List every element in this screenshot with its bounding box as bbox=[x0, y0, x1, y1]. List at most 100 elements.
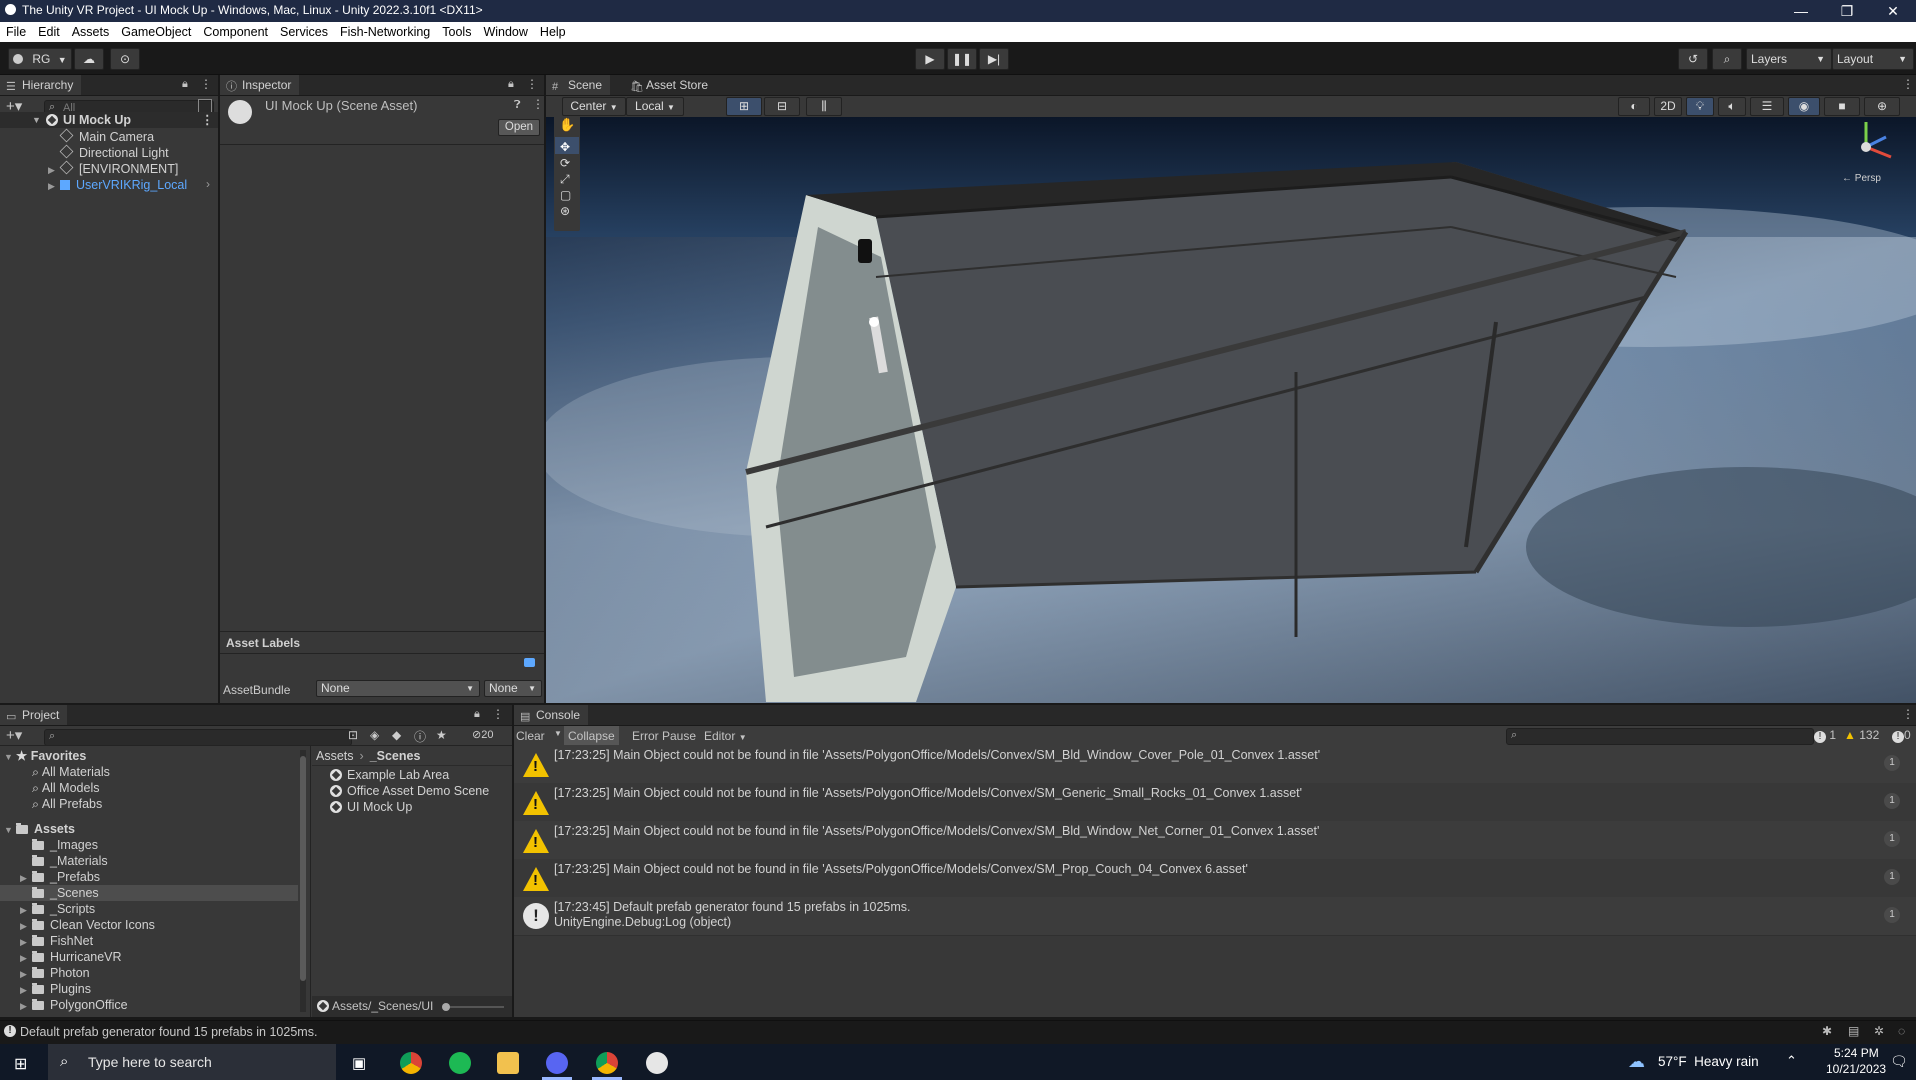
hidden-objects-toggle[interactable]: ◉ bbox=[1788, 97, 1820, 116]
folder-item[interactable]: ▶ Clean Vector Icons bbox=[20, 917, 155, 933]
unity-taskbar-icon[interactable] bbox=[646, 1052, 668, 1074]
assetbundle-dropdown[interactable]: None ▼ bbox=[316, 680, 480, 697]
folder-item[interactable]: ▶ PolygonOffice bbox=[20, 997, 128, 1013]
more-icon[interactable]: ⋮ bbox=[532, 97, 544, 111]
folder-item[interactable]: _Materials bbox=[32, 853, 108, 869]
chrome-icon[interactable] bbox=[400, 1052, 422, 1074]
pause-button[interactable]: ❚❚ bbox=[947, 48, 977, 70]
hierarchy-item[interactable]: ▶ [ENVIRONMENT] bbox=[48, 160, 178, 177]
help-icon[interactable]: ❓︎ bbox=[514, 99, 521, 112]
folder-item[interactable]: _Images bbox=[32, 837, 98, 853]
menu-component[interactable]: Component bbox=[197, 22, 274, 39]
hierarchy-item-prefab[interactable]: ▶ UserVRIKRig_Local bbox=[48, 177, 187, 193]
snap-increment-button[interactable]: ⊟ bbox=[764, 97, 800, 116]
hidden-packages-toggle[interactable]: ⊘20 bbox=[472, 728, 493, 741]
effects-dropdown[interactable]: ☰ bbox=[1750, 97, 1784, 116]
lighting-toggle[interactable]: 💡︎ bbox=[1686, 97, 1714, 116]
account-dropdown[interactable]: RG ▼ bbox=[8, 48, 72, 70]
warning-filter-toggle[interactable]: ▲ 132 bbox=[1844, 728, 1879, 742]
layers-dropdown[interactable]: Layers ▼ bbox=[1746, 48, 1832, 70]
breadcrumb-item[interactable]: _Scenes bbox=[370, 749, 421, 763]
clock-date[interactable]: 10/21/2023 bbox=[1826, 1062, 1886, 1076]
align-button[interactable]: ⫼ bbox=[806, 97, 842, 116]
grid-snap-button[interactable]: ⊞ bbox=[726, 97, 762, 116]
lock-icon[interactable]: 🔒︎ bbox=[508, 78, 514, 91]
favorite-star-icon[interactable]: ★ bbox=[436, 728, 447, 742]
minimize-button[interactable]: — bbox=[1778, 0, 1824, 22]
label-tag-icon[interactable] bbox=[524, 658, 535, 667]
camera-dropdown[interactable]: ■ bbox=[1824, 97, 1860, 116]
cache-server-icon[interactable]: ▤ bbox=[1848, 1024, 1859, 1038]
cloud-button[interactable]: ☁ bbox=[74, 48, 104, 70]
tab-project[interactable]: ▭ Project bbox=[0, 705, 68, 725]
search-by-label-icon[interactable]: ◈ bbox=[370, 728, 379, 742]
folder-item[interactable]: ▶ Photon bbox=[20, 965, 90, 981]
tab-scene[interactable]: # Scene bbox=[546, 75, 611, 95]
open-button[interactable]: Open bbox=[498, 119, 540, 136]
scene-view[interactable]: ✋ ✥ ⟳ ⤢ ▢ ⊛ ← Persp bbox=[546, 117, 1916, 703]
weather-text[interactable]: 57°F Heavy rain bbox=[1658, 1054, 1759, 1069]
more-icon[interactable]: ⋮ bbox=[200, 77, 212, 91]
editor-dropdown[interactable]: Editor ▼ bbox=[704, 729, 747, 743]
tag-icon[interactable]: ◆ bbox=[392, 728, 401, 742]
console-log-row[interactable]: [17:23:25] Main Object could not be foun… bbox=[514, 745, 1916, 784]
gizmos-dropdown[interactable]: ⊕ bbox=[1864, 97, 1900, 116]
history-button[interactable]: ↺ bbox=[1678, 48, 1708, 70]
step-button[interactable]: ▶| bbox=[979, 48, 1009, 70]
windows-start-icon[interactable]: ⊞ bbox=[14, 1054, 27, 1074]
console-log-row[interactable]: [17:23:25] Main Object could not be foun… bbox=[514, 821, 1916, 860]
scrollbar-thumb[interactable] bbox=[300, 756, 306, 981]
clear-options-dropdown[interactable]: ▼ bbox=[554, 729, 562, 738]
menu-edit[interactable]: Edit bbox=[32, 22, 66, 39]
chevron-right-icon[interactable]: › bbox=[206, 177, 210, 191]
shading-mode-button[interactable]: ◐ bbox=[1618, 97, 1650, 116]
console-log-row[interactable]: [17:23:25] Main Object could not be foun… bbox=[514, 783, 1916, 822]
taskbar-search[interactable]: ⌕ Type here to search bbox=[48, 1044, 336, 1080]
console-search[interactable]: ⌕ bbox=[1506, 728, 1814, 745]
folder-item[interactable]: ▶ _Scripts bbox=[20, 901, 95, 917]
discord-icon[interactable] bbox=[546, 1052, 568, 1074]
menu-services[interactable]: Services bbox=[274, 22, 334, 39]
file-item[interactable]: UI Mock Up bbox=[330, 799, 412, 815]
file-item[interactable]: Office Asset Demo Scene bbox=[330, 783, 489, 799]
more-icon[interactable]: ⋮ bbox=[526, 77, 538, 91]
console-log-row[interactable]: ! [17:23:45] Default prefab generator fo… bbox=[514, 897, 1916, 936]
menu-window[interactable]: Window bbox=[477, 22, 533, 39]
2d-toggle[interactable]: 2D bbox=[1654, 97, 1682, 116]
search-by-type-icon[interactable]: ⊡ bbox=[348, 728, 358, 742]
lock-icon[interactable]: 🔒︎ bbox=[182, 78, 188, 91]
hierarchy-item[interactable]: Main Camera bbox=[59, 128, 154, 145]
tab-console[interactable]: ▤ Console bbox=[514, 705, 589, 725]
more-icon[interactable]: ⋮ bbox=[201, 112, 214, 128]
clear-button[interactable]: Clear bbox=[516, 729, 545, 743]
favorite-item[interactable]: ⌕ All Materials bbox=[32, 764, 110, 780]
progress-icon[interactable]: ◌ bbox=[1898, 1024, 1905, 1038]
console-log-row[interactable]: [17:23:25] Main Object could not be foun… bbox=[514, 859, 1916, 898]
menu-fish-networking[interactable]: Fish-Networking bbox=[334, 22, 436, 39]
close-button[interactable]: ✕ bbox=[1870, 0, 1916, 22]
space-dropdown[interactable]: Local ▼ bbox=[626, 97, 684, 116]
favorites-header[interactable]: ▼ ★ Favorites bbox=[4, 748, 86, 764]
notification-icon[interactable]: 🗨︎ bbox=[1890, 1053, 1908, 1070]
tab-inspector[interactable]: ⓘ Inspector bbox=[220, 75, 300, 95]
folder-item-selected[interactable]: _Scenes bbox=[0, 885, 298, 901]
collab-button[interactable]: ⊙ bbox=[110, 48, 140, 70]
clock-time[interactable]: 5:24 PM bbox=[1834, 1046, 1879, 1060]
icon-size-slider[interactable] bbox=[442, 1003, 504, 1011]
filter-icon[interactable]: ⓘ bbox=[414, 728, 426, 745]
task-view-icon[interactable]: ▣ bbox=[352, 1054, 366, 1072]
folder-item[interactable]: ▶ FishNet bbox=[20, 933, 93, 949]
project-search[interactable]: ⌕ bbox=[44, 729, 352, 746]
file-explorer-icon[interactable] bbox=[497, 1052, 519, 1074]
hierarchy-item[interactable]: Directional Light bbox=[59, 144, 169, 161]
status-message[interactable]: Default prefab generator found 15 prefab… bbox=[20, 1025, 317, 1039]
menu-assets[interactable]: Assets bbox=[66, 22, 116, 39]
collapse-toggle[interactable]: Collapse bbox=[564, 726, 619, 745]
scene-visibility-icon[interactable] bbox=[198, 99, 212, 113]
audio-toggle[interactable]: 🔈︎ bbox=[1718, 97, 1746, 116]
menu-help[interactable]: Help bbox=[534, 22, 572, 39]
bug-icon[interactable]: ✱ bbox=[1822, 1024, 1832, 1038]
spotify-icon[interactable] bbox=[449, 1052, 471, 1074]
favorite-item[interactable]: ⌕ All Models bbox=[32, 780, 99, 796]
file-item[interactable]: Example Lab Area bbox=[330, 767, 449, 783]
